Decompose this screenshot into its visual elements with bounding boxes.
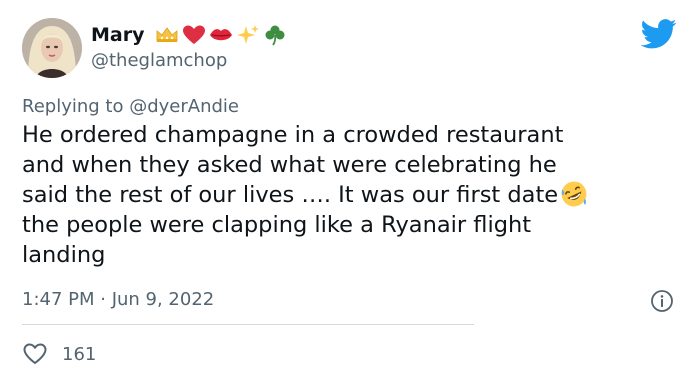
info-icon[interactable] — [650, 289, 674, 313]
name-emoji-group — [154, 24, 288, 46]
tweet-text: He ordered champagne in a crowded restau… — [22, 120, 682, 270]
like-button[interactable]: 161 — [22, 342, 96, 366]
shamrock-icon — [265, 25, 285, 46]
heart-icon[interactable] — [22, 342, 48, 366]
author-name-row[interactable]: Mary — [91, 22, 288, 48]
author-handle[interactable]: @theglamchop — [91, 50, 227, 71]
tweet-text-line: and when they asked what were celebratin… — [22, 152, 557, 178]
tweet-text-line: said the rest of our lives …. It was our… — [22, 182, 559, 208]
divider — [22, 324, 474, 325]
replying-to-line: Replying to @dyerAndie — [22, 96, 239, 117]
avatar[interactable] — [22, 18, 82, 78]
tweet-text-line: the people were clapping like a Ryanair … — [22, 212, 532, 238]
tweet-card: Mary @theglamchop Replying to @dyerAndie… — [0, 0, 700, 380]
avatar-image — [22, 18, 82, 78]
sparkles-icon — [237, 25, 260, 44]
replying-to-label: Replying to — [22, 96, 124, 117]
rolling-on-floor-laughing-icon — [561, 181, 587, 207]
reply-target-link[interactable]: @dyerAndie — [129, 96, 239, 117]
author-display-name[interactable]: Mary — [91, 24, 144, 46]
tweet-text-line: landing — [22, 242, 106, 268]
kiss-lips-icon — [210, 29, 233, 41]
red-heart-icon — [183, 25, 206, 44]
tweet-text-line: He ordered champagne in a crowded restau… — [22, 122, 564, 148]
tweet-timestamp[interactable]: 1:47 PM · Jun 9, 2022 — [22, 289, 214, 310]
tweet-text-line-with-emoji: said the rest of our lives …. It was our… — [22, 180, 682, 210]
twitter-bird-icon[interactable] — [641, 19, 677, 49]
like-count: 161 — [62, 343, 97, 365]
crown-icon — [157, 27, 178, 42]
